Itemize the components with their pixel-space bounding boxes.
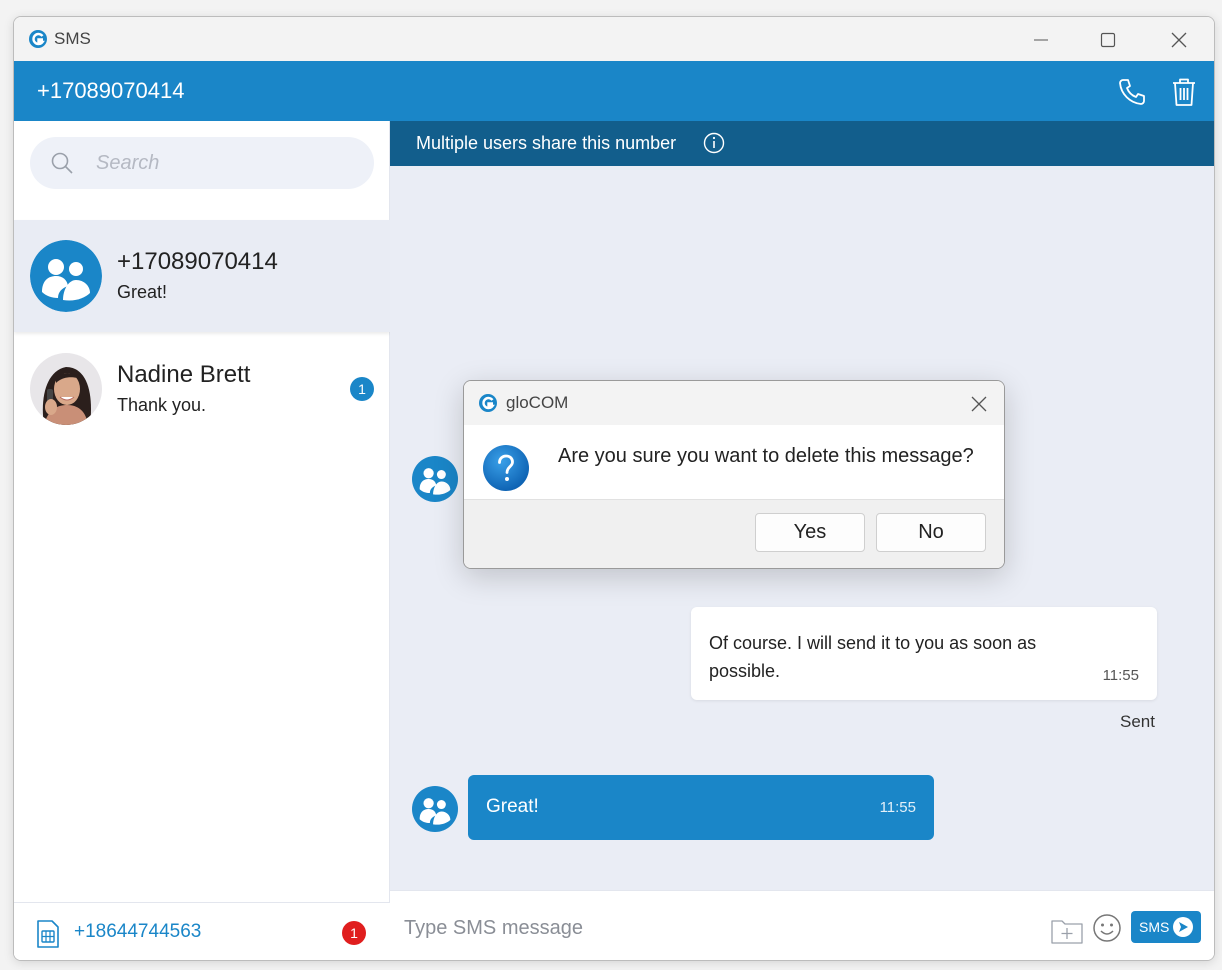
dialog-message: Are you sure you want to delete this mes… (558, 445, 974, 467)
trash-icon[interactable] (1167, 75, 1201, 109)
message-time: 11:55 (1102, 667, 1139, 684)
message-text: Great! (486, 796, 539, 817)
search-box[interactable] (30, 137, 374, 189)
emoji-icon[interactable] (1092, 913, 1122, 943)
question-icon (483, 445, 529, 491)
conversation-sidebar: +17089070414 Great! Nadine Brett Thank y… (14, 121, 390, 960)
outgoing-message[interactable]: Of course. I will send it to you as soon… (691, 607, 1157, 700)
unread-badge: 1 (350, 377, 374, 401)
conversation-item[interactable]: Nadine Brett Thank you. 1 (14, 333, 390, 445)
send-arrow-icon (1173, 917, 1194, 937)
conversation-name: Nadine Brett (117, 361, 251, 388)
group-avatar-icon (30, 240, 102, 312)
dialog-title: gloCOM (506, 393, 569, 412)
message-time: 11:55 (879, 799, 916, 816)
search-input[interactable] (96, 147, 356, 179)
send-sms-button[interactable]: SMS (1131, 911, 1201, 943)
conversation-header: +17089070414 (14, 61, 1214, 121)
close-icon (1171, 32, 1187, 48)
minimize-icon (1034, 39, 1048, 41)
glocom-logo-icon (479, 394, 497, 412)
conversation-preview: Great! (117, 282, 168, 302)
phone-icon[interactable] (1115, 75, 1149, 109)
maximize-button[interactable] (1085, 25, 1131, 55)
conversation-preview: Thank you. (117, 395, 207, 415)
close-icon (971, 396, 987, 412)
search-icon (51, 152, 73, 174)
send-button-label: SMS (1139, 919, 1170, 935)
user-photo (30, 353, 102, 425)
yes-button[interactable]: Yes (755, 513, 865, 552)
shared-number-notice: Multiple users share this number (390, 121, 1214, 166)
group-avatar-icon (412, 786, 458, 832)
window-title: SMS (54, 29, 91, 48)
sim-selector[interactable]: +18644744563 1 (14, 902, 390, 960)
sim-alert-badge: 1 (342, 921, 366, 945)
dialog-title-bar: gloCOM (464, 381, 1004, 425)
info-icon[interactable] (703, 132, 725, 154)
dialog-footer: Yes No (464, 499, 1004, 568)
message-composer: SMS (390, 890, 1214, 960)
minimize-button[interactable] (1018, 25, 1064, 55)
group-avatar-icon (412, 456, 458, 502)
attach-file-icon[interactable] (1050, 915, 1084, 945)
conversation-item-active[interactable]: +17089070414 Great! (14, 220, 390, 332)
message-text: Of course. I will send it to you as soon… (709, 633, 1037, 681)
no-button[interactable]: No (876, 513, 986, 552)
delete-confirmation-dialog: gloCOM Are you sure you want to delete t… (463, 380, 1005, 569)
dialog-close-button[interactable] (964, 389, 994, 419)
message-status: Sent (1120, 712, 1155, 731)
header-phone-number: +17089070414 (37, 78, 185, 103)
close-button[interactable] (1156, 25, 1202, 55)
conversation-name: +17089070414 (117, 248, 278, 275)
notice-text: Multiple users share this number (416, 133, 677, 153)
glocom-logo-icon (29, 30, 47, 48)
title-bar: SMS (14, 17, 1214, 61)
message-input[interactable] (404, 913, 1004, 943)
incoming-message[interactable]: Great! 11:55 (468, 775, 934, 840)
sim-number: +18644744563 (74, 921, 202, 942)
maximize-icon (1100, 32, 1116, 48)
sim-card-icon (37, 920, 59, 948)
